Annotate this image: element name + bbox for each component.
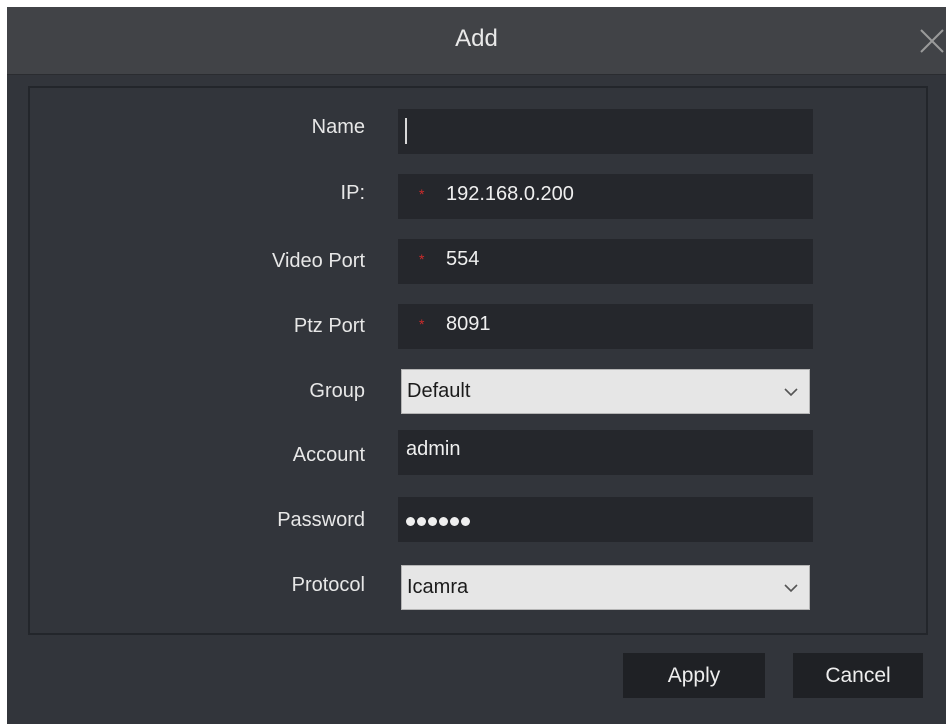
password-input[interactable] (398, 497, 813, 542)
ip-label: IP: (340, 182, 365, 204)
account-input[interactable]: admin (398, 430, 813, 475)
password-dot (450, 517, 459, 526)
required-mark: * (419, 186, 425, 202)
group-select[interactable]: Default (401, 369, 810, 414)
add-dialog: Add Name IP: * 192.168.0.200 Video Port … (7, 7, 946, 724)
password-mask (406, 513, 472, 531)
close-icon[interactable] (918, 27, 946, 55)
password-dot (461, 517, 470, 526)
account-label: Account (292, 444, 365, 466)
ptz-port-value: 8091 (446, 313, 491, 335)
password-dot (439, 517, 448, 526)
protocol-label: Protocol (291, 574, 365, 596)
dialog-titlebar: Add (7, 7, 946, 75)
text-caret (405, 118, 407, 144)
video-port-value: 554 (446, 248, 480, 270)
password-dot (417, 517, 426, 526)
group-selected: Default (407, 380, 471, 402)
apply-button[interactable]: Apply (623, 653, 765, 698)
name-label: Name (311, 116, 365, 138)
form-panel: Name IP: * 192.168.0.200 Video Port * 55… (28, 86, 928, 635)
ip-value: 192.168.0.200 (446, 183, 574, 205)
chevron-down-icon (784, 388, 798, 397)
chevron-down-icon (784, 584, 798, 593)
account-value: admin (406, 438, 461, 460)
required-mark: * (419, 251, 425, 267)
video-port-input[interactable]: * 554 (398, 239, 813, 284)
group-label: Group (309, 380, 365, 402)
dialog-title: Add (455, 25, 498, 52)
ip-input[interactable]: * 192.168.0.200 (398, 174, 813, 219)
protocol-select[interactable]: Icamra (401, 565, 810, 610)
name-input[interactable] (398, 109, 813, 154)
password-dot (428, 517, 437, 526)
ptz-port-input[interactable]: * 8091 (398, 304, 813, 349)
protocol-selected: Icamra (407, 576, 469, 598)
video-port-label: Video Port (271, 250, 365, 272)
required-mark: * (419, 316, 425, 332)
ptz-port-label: Ptz Port (293, 315, 365, 337)
password-label: Password (277, 509, 365, 531)
password-dot (406, 517, 415, 526)
cancel-button[interactable]: Cancel (793, 653, 923, 698)
